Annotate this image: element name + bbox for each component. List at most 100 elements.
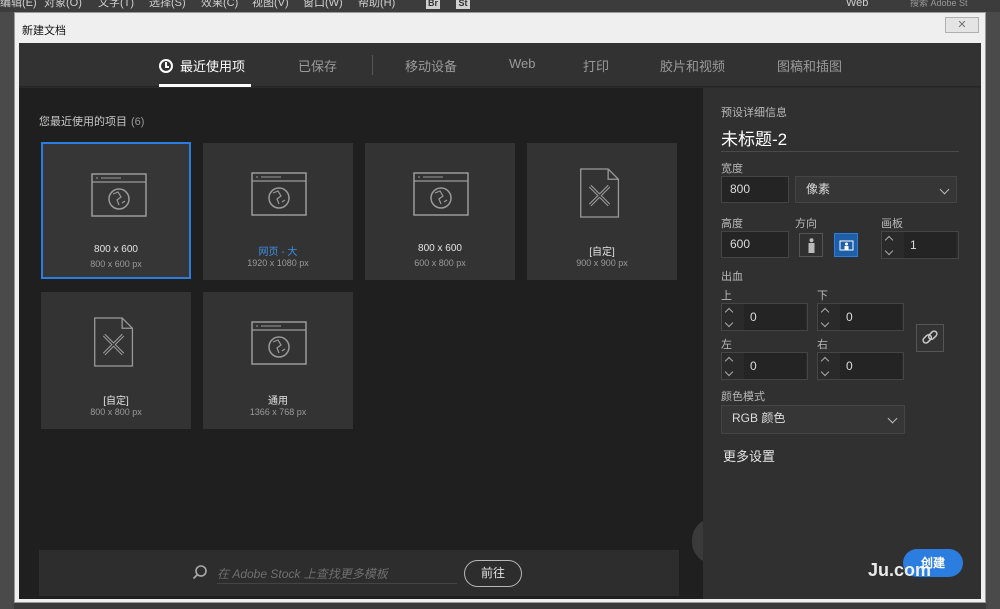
artboards-stepper[interactable]: 1 [881, 231, 959, 259]
tab-divider [372, 55, 373, 75]
link-bleed-button[interactable] [916, 324, 944, 352]
tab-film-video[interactable]: 胶片和视频 [660, 56, 725, 75]
presets-pane: 您最近使用的项目 (6) 800 x 600 800 x 600 px 网页 -… [19, 88, 714, 599]
menu-select[interactable]: 选择(S) [149, 0, 186, 9]
more-settings-button[interactable]: 更多设置 [723, 446, 775, 465]
app-right-panel [986, 12, 1000, 609]
help-search-input[interactable]: 搜索 Adobe St [910, 0, 968, 9]
width-label: 宽度 [721, 163, 743, 175]
app-left-toolbar [0, 12, 14, 609]
dialog-content: 最近使用项 已保存 移动设备 Web 打印 胶片和视频 图稿和插图 您最近使用的… [19, 43, 981, 599]
bleed-label: 出血 [721, 271, 743, 283]
height-field[interactable]: 600 [721, 231, 789, 258]
bleed-bottom-label: 下 [817, 290, 828, 302]
active-tab-indicator [159, 84, 251, 87]
web-icon [91, 173, 147, 217]
preset-details-pane: 预设详细信息 未标题-2 宽度 800 像素 高度 600 方向 画板 1 出血… [703, 88, 981, 599]
document-name-input[interactable]: 未标题-2 [721, 125, 787, 150]
menu-help[interactable]: 帮助(H) [358, 0, 395, 9]
preset-name: 800 x 600 [418, 243, 462, 254]
tab-art-illustration[interactable]: 图稿和插图 [777, 56, 842, 75]
stepper-arrows-icon[interactable] [724, 306, 734, 328]
new-document-dialog: 新建文档 ✕ 最近使用项 已保存 移动设备 Web 打印 胶片和视频 图稿和插图… [14, 12, 986, 603]
link-icon [922, 330, 938, 344]
web-icon [251, 172, 307, 216]
adobe-stock-search-bar: 在 Adobe Stock 上查找更多模板 前往 [39, 550, 679, 596]
web-icon [251, 321, 307, 365]
tab-web[interactable]: Web [509, 56, 536, 71]
workspace-switcher[interactable]: Web [846, 0, 868, 9]
preset-card[interactable]: [自定] 800 x 800 px [41, 292, 191, 429]
preset-name: 800 x 600 [94, 244, 138, 255]
color-mode-select[interactable]: RGB 颜色 [721, 405, 905, 434]
preset-card[interactable]: [自定] 900 x 900 px [527, 143, 677, 280]
web-icon [413, 172, 469, 216]
portrait-icon [808, 238, 815, 253]
preset-name: 网页 - 大 [258, 247, 298, 258]
preset-dimensions: 1920 x 1080 px [247, 258, 309, 268]
menu-object[interactable]: 对象(O) [44, 0, 82, 9]
tab-mobile[interactable]: 移动设备 [405, 56, 457, 75]
recent-section-title: 您最近使用的项目 (6) [39, 116, 145, 128]
preset-dimensions: 800 x 600 px [90, 259, 142, 269]
watermark-logo: Ju.com [868, 560, 932, 580]
bleed-left-label: 左 [721, 339, 732, 351]
menu-edit[interactable]: 编辑(E) [0, 0, 37, 9]
preset-dimensions: 1366 x 768 px [249, 407, 307, 417]
bridge-icon[interactable]: Br [426, 0, 440, 9]
search-underline [217, 583, 457, 584]
menu-window[interactable]: 窗口(W) [303, 0, 343, 9]
preset-tabs: 最近使用项 已保存 移动设备 Web 打印 胶片和视频 图稿和插图 [19, 43, 981, 87]
landscape-icon [839, 240, 854, 251]
preset-name: [自定] [103, 396, 129, 407]
preset-card[interactable]: 网页 - 大 1920 x 1080 px [203, 143, 353, 280]
portrait-orientation-button[interactable] [799, 233, 823, 257]
stepper-arrows-icon[interactable] [884, 234, 894, 256]
bleed-right-label: 右 [817, 339, 828, 351]
menu-view[interactable]: 视图(V) [252, 0, 289, 9]
name-underline [721, 151, 959, 152]
close-button[interactable]: ✕ [945, 17, 979, 33]
stock-search-input[interactable]: 在 Adobe Stock 上查找更多模板 [217, 565, 388, 582]
bleed-top-label: 上 [721, 290, 732, 302]
color-mode-label: 颜色模式 [721, 391, 765, 403]
stepper-arrows-icon[interactable] [820, 306, 830, 328]
chevron-down-icon [939, 184, 950, 195]
bleed-bottom-stepper[interactable]: 0 [817, 303, 904, 331]
tab-saved[interactable]: 已保存 [298, 56, 337, 75]
menu-effect[interactable]: 效果(C) [201, 0, 238, 9]
clock-icon [159, 59, 173, 73]
stepper-arrows-icon[interactable] [820, 355, 830, 377]
preset-card[interactable]: 通用 1366 x 768 px [203, 292, 353, 429]
artboards-label: 画板 [881, 218, 903, 230]
preset-name: 通用 [268, 396, 288, 407]
menu-type[interactable]: 文字(T) [98, 0, 134, 9]
recent-count: (6) [131, 116, 145, 128]
tab-print[interactable]: 打印 [583, 56, 609, 75]
preset-card[interactable]: 800 x 600 800 x 600 px [41, 142, 191, 279]
bleed-right-stepper[interactable]: 0 [817, 352, 904, 380]
go-button[interactable]: 前往 [464, 560, 522, 587]
app-menu-bar: 编辑(E) 对象(O) 文字(T) 选择(S) 效果(C) 视图(V) 窗口(W… [0, 0, 1000, 12]
tab-recent[interactable]: 最近使用项 [159, 56, 245, 75]
document-icon [94, 317, 134, 367]
width-field[interactable]: 800 [721, 176, 789, 203]
preset-dimensions: 600 x 800 px [414, 258, 466, 268]
height-label: 高度 [721, 218, 743, 230]
chevron-down-icon [887, 413, 898, 424]
bleed-top-stepper[interactable]: 0 [721, 303, 808, 331]
stock-icon[interactable]: St [456, 0, 470, 9]
stepper-arrows-icon[interactable] [724, 355, 734, 377]
dialog-titlebar: 新建文档 ✕ [15, 13, 985, 41]
preset-name: [自定] [589, 247, 615, 258]
preset-dimensions: 800 x 800 px [90, 407, 142, 417]
search-icon [192, 565, 207, 580]
preset-card[interactable]: 800 x 600 600 x 800 px [365, 143, 515, 280]
orientation-label: 方向 [795, 218, 817, 230]
document-icon [580, 168, 620, 218]
preset-dimensions: 900 x 900 px [576, 258, 628, 268]
bleed-left-stepper[interactable]: 0 [721, 352, 808, 380]
details-header: 预设详细信息 [721, 107, 787, 119]
unit-select[interactable]: 像素 [795, 176, 957, 203]
landscape-orientation-button[interactable] [834, 233, 858, 257]
